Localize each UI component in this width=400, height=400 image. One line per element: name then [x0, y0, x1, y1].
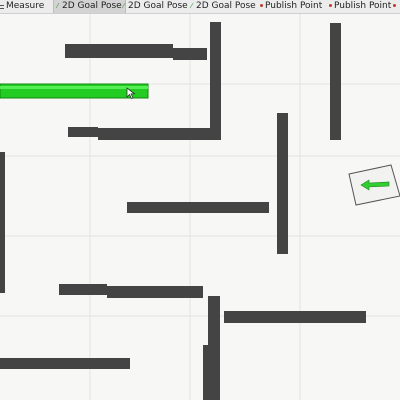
measure-icon — [0, 4, 4, 9]
wall — [224, 311, 366, 323]
goal-arrow-icon: ⁄ — [123, 2, 125, 10]
planned-path — [0, 83, 149, 99]
wall — [65, 44, 173, 58]
tool-publish-point-2[interactable]: Publish Point — [329, 0, 391, 13]
tool-label: 2D Goal Pose — [128, 1, 188, 11]
goal-arrow-icon: ⁄ — [191, 2, 193, 10]
goal-pose-marker[interactable] — [348, 164, 400, 206]
wall — [68, 127, 98, 137]
wall — [203, 345, 209, 400]
wall — [127, 202, 269, 213]
wall — [173, 48, 207, 60]
wall — [98, 128, 220, 140]
tool-overflow[interactable] — [393, 0, 398, 13]
pin-icon — [393, 4, 396, 7]
wall — [59, 284, 107, 295]
map-canvas[interactable] — [0, 14, 400, 400]
pin-icon — [329, 4, 332, 7]
tool-label: Measure — [6, 1, 45, 11]
wall — [208, 296, 220, 400]
wall — [277, 113, 288, 254]
wall — [0, 152, 5, 293]
tool-label: Publish Point — [334, 1, 392, 11]
tool-label: Publish Point — [265, 1, 323, 11]
viewer-window: Measure ⁄ 2D Goal Pose ⁄ 2D Goal Pose ⁄ … — [0, 0, 400, 400]
toolbar: Measure ⁄ 2D Goal Pose ⁄ 2D Goal Pose ⁄ … — [0, 0, 400, 14]
tool-measure[interactable]: Measure — [0, 0, 44, 13]
pin-icon — [260, 4, 263, 7]
tool-label: 2D Goal Pose — [62, 1, 122, 11]
goal-arrow-icon: ⁄ — [57, 2, 59, 10]
wall — [330, 23, 341, 140]
tool-2d-goal-pose-2[interactable]: ⁄ 2D Goal Pose — [123, 0, 188, 13]
tool-publish-point-1[interactable]: Publish Point — [260, 0, 322, 13]
wall — [210, 22, 221, 140]
tool-label: 2D Goal Pose — [196, 1, 256, 11]
wall — [0, 358, 130, 369]
wall — [107, 286, 203, 298]
tool-2d-goal-pose-3[interactable]: ⁄ 2D Goal Pose — [191, 0, 256, 13]
tool-2d-goal-pose-1[interactable]: ⁄ 2D Goal Pose — [53, 0, 126, 13]
walls — [0, 22, 366, 400]
